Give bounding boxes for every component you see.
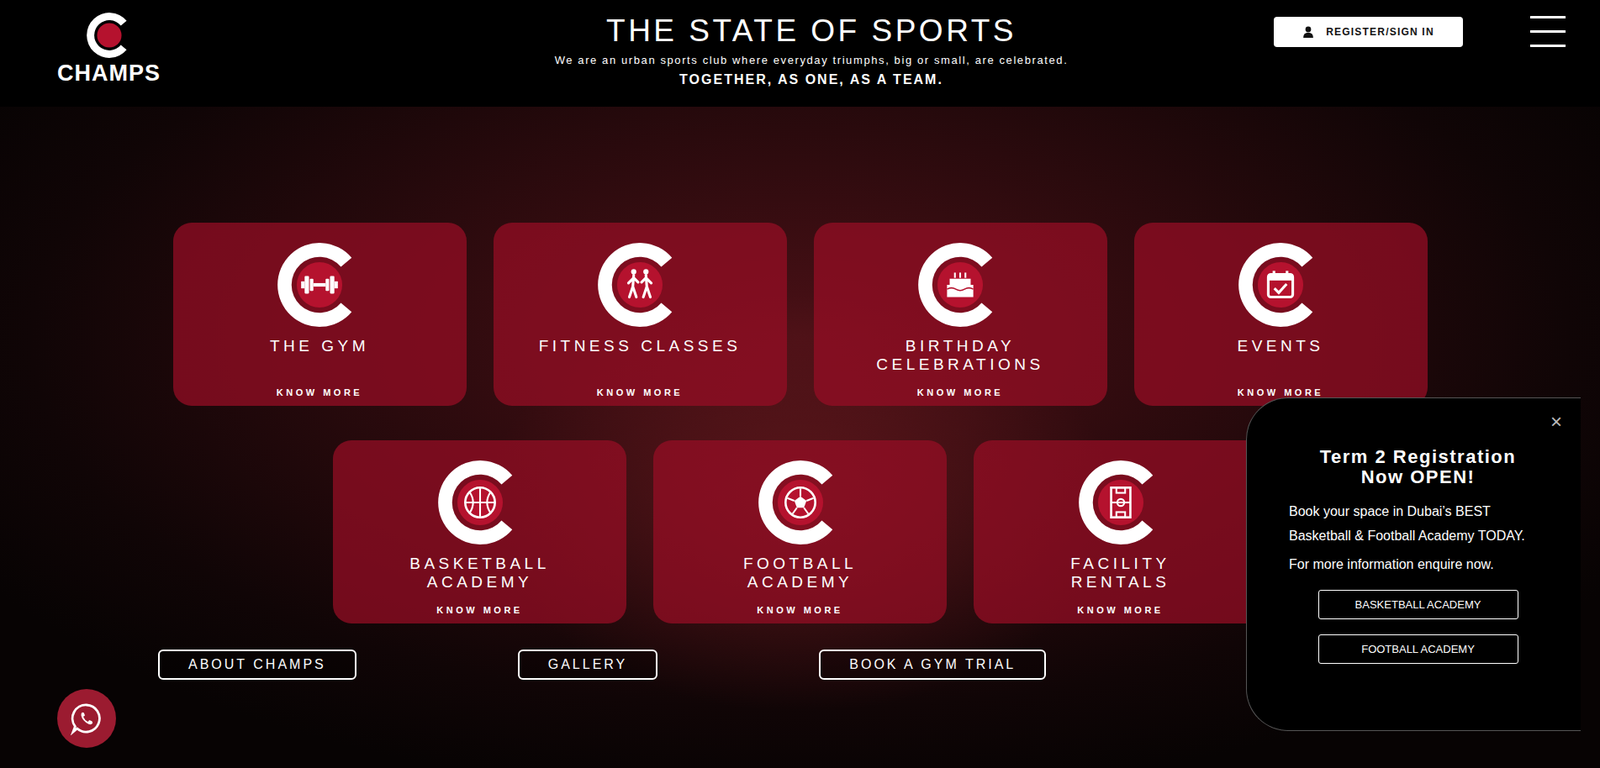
champs-logo[interactable]: CHAMPS bbox=[57, 11, 161, 86]
card-title-line: CELEBRATIONS bbox=[876, 355, 1044, 375]
calendar-icon bbox=[1236, 241, 1325, 329]
academy-button[interactable]: FOOTBALL ACADEMY bbox=[1318, 634, 1519, 665]
service-card[interactable]: FOOTBALLACADEMY KNOW MORE bbox=[653, 440, 947, 624]
football-icon bbox=[756, 459, 845, 547]
card-title: FOOTBALLACADEMY bbox=[743, 554, 857, 592]
service-card[interactable]: FACILITYRENTALS KNOW MORE bbox=[973, 440, 1268, 624]
academy-button[interactable]: BASKETBALL ACADEMY bbox=[1318, 590, 1519, 620]
logo-text: CHAMPS bbox=[57, 60, 161, 86]
registration-popup: ×Term 2 Registration Now OPEN! Book your … bbox=[1246, 397, 1581, 732]
card-title-line: FOOTBALL bbox=[743, 554, 857, 574]
know-more-link[interactable]: KNOW MORE bbox=[276, 380, 363, 399]
whatsapp-icon bbox=[69, 702, 104, 736]
card-title-line: EVENTS bbox=[1236, 337, 1324, 356]
header-intro: THE STATE OF SPORTS We are an urban sport… bbox=[554, 0, 1069, 89]
cake-icon bbox=[916, 241, 1004, 329]
know-more-link[interactable]: KNOW MORE bbox=[596, 380, 683, 399]
action-button[interactable]: BOOK A GYM TRIAL bbox=[818, 649, 1046, 681]
card-title: FITNESS CLASSES bbox=[538, 337, 742, 356]
site-header: CHAMPS THE STATE OF SPORTS We are an urban… bbox=[0, 0, 1600, 107]
service-card[interactable]: EVENTS KNOW MORE bbox=[1134, 222, 1428, 407]
register-label: REGISTER/SIGN IN bbox=[1325, 26, 1435, 38]
close-button[interactable]: × bbox=[1550, 411, 1563, 433]
card-row: THE GYM KNOW MORE FITNESS CLASSES KNOW MORE… bbox=[0, 222, 1600, 407]
action-button[interactable]: ABOUT CHAMPS bbox=[158, 649, 357, 681]
card-title: EVENTS bbox=[1236, 337, 1324, 356]
site-title: THE STATE OF SPORTS bbox=[554, 13, 1069, 49]
popup-body: Book your space in Dubai’s BEST Basketba… bbox=[1288, 499, 1548, 549]
tagline: We are an urban sports club where everyd… bbox=[554, 53, 1069, 68]
pitch-icon bbox=[1077, 459, 1165, 547]
know-more-link[interactable]: KNOW MORE bbox=[1237, 380, 1324, 399]
service-card[interactable]: BIRTHDAYCELEBRATIONS KNOW MORE bbox=[813, 222, 1108, 407]
champs-c-icon bbox=[85, 11, 133, 59]
dumbbell-icon bbox=[275, 241, 364, 329]
register-button[interactable]: REGISTER/SIGN IN bbox=[1273, 16, 1463, 48]
menu-icon[interactable] bbox=[1530, 15, 1566, 48]
action-button[interactable]: GALLERY bbox=[517, 649, 659, 681]
card-title-line: ACADEMY bbox=[409, 573, 550, 592]
card-title-line: BIRTHDAY bbox=[876, 337, 1044, 356]
card-title: THE GYM bbox=[269, 337, 370, 356]
know-more-link[interactable]: KNOW MORE bbox=[756, 597, 843, 617]
card-title-line: BASKETBALL bbox=[409, 554, 550, 574]
know-more-link[interactable]: KNOW MORE bbox=[917, 380, 1004, 399]
service-card[interactable]: THE GYM KNOW MORE bbox=[173, 222, 467, 407]
service-card[interactable]: FITNESS CLASSES KNOW MORE bbox=[493, 222, 787, 407]
card-title-line: FITNESS CLASSES bbox=[538, 337, 742, 356]
service-card[interactable]: BASKETBALLACADEMY KNOW MORE bbox=[332, 440, 627, 624]
user-icon bbox=[1302, 26, 1315, 38]
basketball-icon bbox=[436, 459, 524, 547]
know-more-link[interactable]: KNOW MORE bbox=[436, 597, 523, 617]
card-title-line: FACILITY bbox=[1070, 554, 1170, 574]
header-actions: REGISTER/SIGN IN bbox=[1067, 15, 1566, 48]
know-more-link[interactable]: KNOW MORE bbox=[1077, 597, 1163, 617]
card-title: BIRTHDAYCELEBRATIONS bbox=[876, 337, 1044, 375]
popup-heading: Term 2 Registration Now OPEN! bbox=[1288, 447, 1548, 488]
card-title-line: ACADEMY bbox=[743, 573, 857, 592]
motto: TOGETHER, AS ONE, AS A TEAM. bbox=[554, 71, 1069, 89]
card-title-line: THE GYM bbox=[269, 337, 370, 356]
popup-buttons: BASKETBALL ACADEMY FOOTBALL ACADEMY bbox=[1288, 590, 1548, 665]
runners-icon bbox=[596, 241, 684, 329]
card-title: FACILITYRENTALS bbox=[1070, 554, 1170, 592]
whatsapp-button[interactable] bbox=[57, 689, 117, 749]
card-title-line: RENTALS bbox=[1070, 573, 1170, 592]
popup-note: For more information enquire now. bbox=[1288, 554, 1548, 576]
card-title: BASKETBALLACADEMY bbox=[409, 554, 550, 592]
